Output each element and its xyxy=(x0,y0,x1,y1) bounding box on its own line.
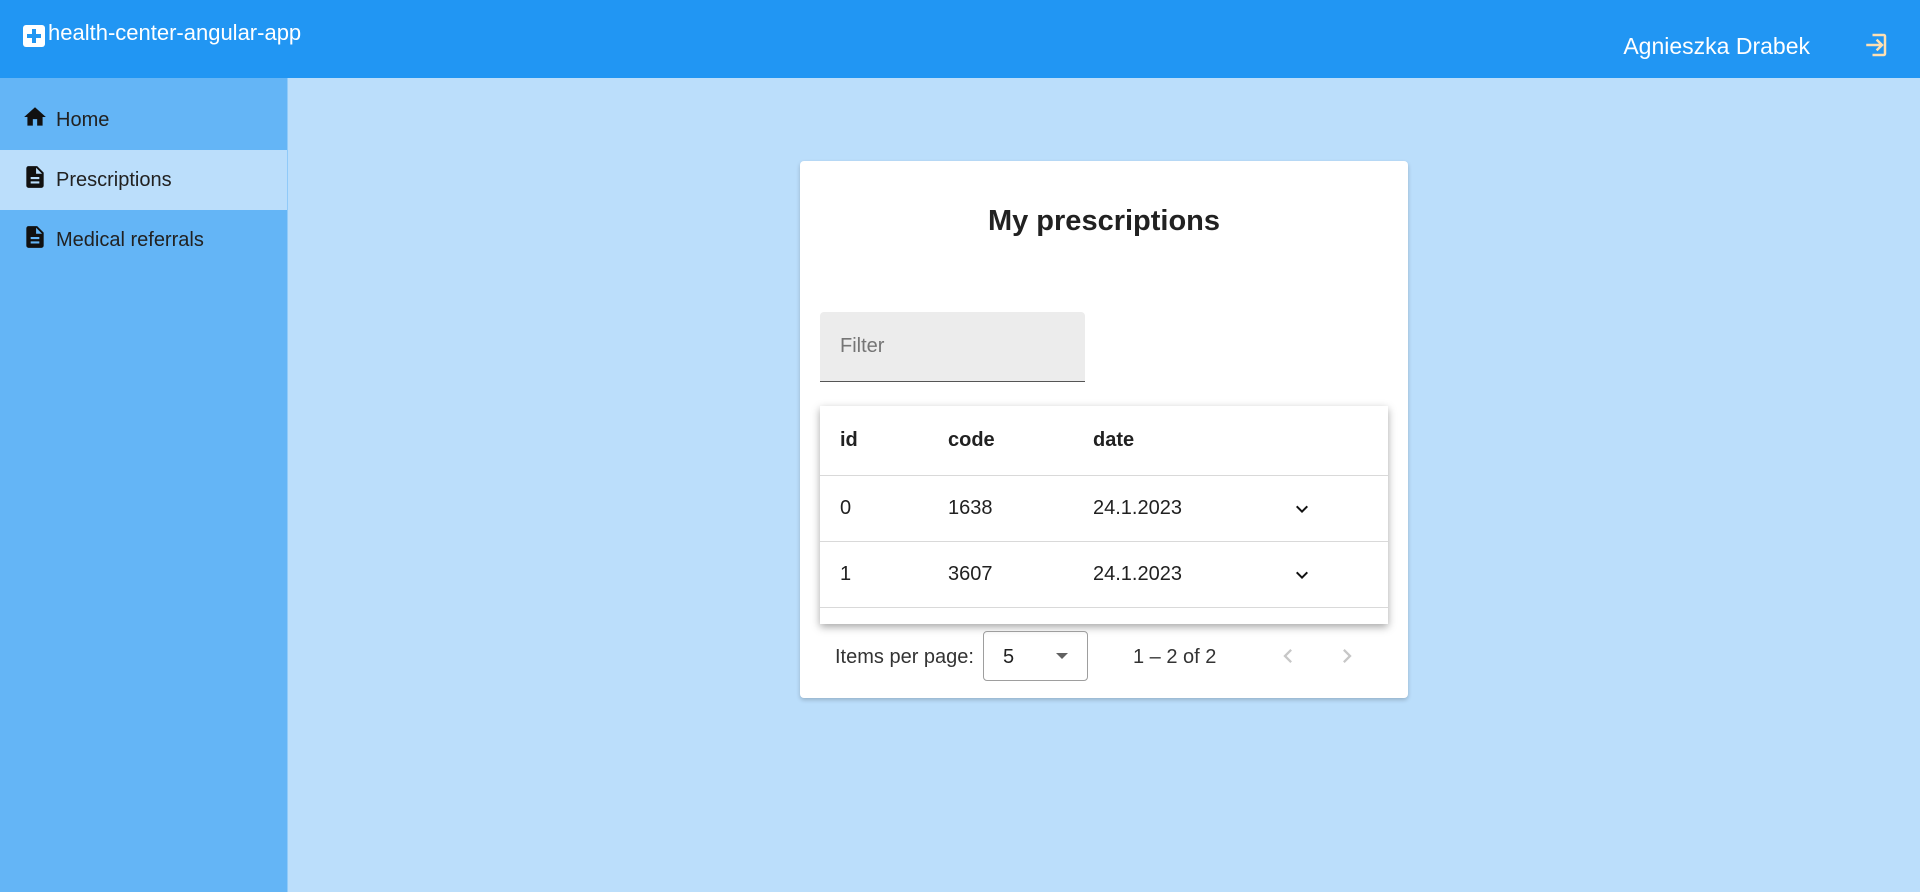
top-toolbar: health-center-angular-app Agnieszka Drab… xyxy=(0,0,1920,78)
filter-input[interactable] xyxy=(820,312,1085,381)
paginator: Items per page: 5 1 – 2 of 2 xyxy=(820,624,1388,690)
document-icon xyxy=(22,164,48,190)
table-row[interactable]: 0 1638 24.1.2023 xyxy=(820,476,1388,542)
items-per-page-label: Items per page: xyxy=(835,646,974,668)
expand-chevron-icon[interactable] xyxy=(1290,563,1314,587)
filter-field[interactable] xyxy=(820,312,1085,382)
sidebar: Home Prescriptions Medical referrals xyxy=(0,78,288,892)
cell-id: 0 xyxy=(840,497,852,519)
sidebar-item-label: Medical referrals xyxy=(56,228,204,251)
document-icon xyxy=(22,224,48,250)
cell-id: 1 xyxy=(840,563,852,585)
user-name: Agnieszka Drabek xyxy=(1623,33,1810,59)
logout-icon[interactable] xyxy=(1860,30,1890,60)
page-range-label: 1 – 2 of 2 xyxy=(1133,646,1217,668)
brand: health-center-angular-app xyxy=(22,20,301,48)
page-title: My prescriptions xyxy=(987,205,1221,237)
cell-date: 24.1.2023 xyxy=(1093,563,1182,585)
next-page-button[interactable] xyxy=(1333,642,1361,670)
app-title: health-center-angular-app xyxy=(48,20,302,45)
column-header-code[interactable]: code xyxy=(948,429,995,452)
medical-cross-icon xyxy=(22,24,46,48)
prescriptions-table: id code date 0 1638 24.1.2023 1 3607 24.… xyxy=(820,406,1388,624)
dropdown-arrow-icon xyxy=(1056,653,1068,659)
cell-date: 24.1.2023 xyxy=(1093,497,1182,519)
expand-chevron-icon[interactable] xyxy=(1290,497,1314,521)
page-size-value: 5 xyxy=(1003,646,1015,668)
sidebar-item-label: Prescriptions xyxy=(56,168,172,191)
sidebar-item-home[interactable]: Home xyxy=(0,90,287,150)
cell-code: 3607 xyxy=(948,563,993,585)
sidebar-item-medical-referrals[interactable]: Medical referrals xyxy=(0,210,287,270)
table-row[interactable]: 1 3607 24.1.2023 xyxy=(820,542,1388,608)
page-size-select[interactable]: 5 xyxy=(983,631,1088,681)
previous-page-button[interactable] xyxy=(1274,642,1302,670)
sidebar-item-label: Home xyxy=(56,108,110,131)
column-header-id[interactable]: id xyxy=(840,429,858,452)
prescriptions-card: My prescriptions id code date 0 1638 24.… xyxy=(800,161,1408,698)
home-icon xyxy=(22,104,48,130)
sidebar-item-prescriptions[interactable]: Prescriptions xyxy=(0,150,287,210)
column-header-date[interactable]: date xyxy=(1093,429,1134,452)
cell-code: 1638 xyxy=(948,497,993,519)
table-header-row: id code date xyxy=(820,406,1388,476)
